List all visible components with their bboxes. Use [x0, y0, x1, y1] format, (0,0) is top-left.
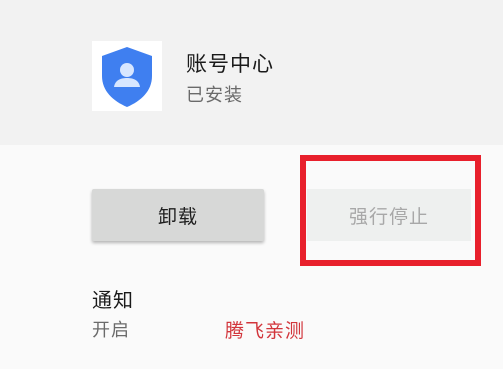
uninstall-button[interactable]: 卸载	[92, 189, 264, 241]
app-install-status: 已安装	[186, 85, 243, 106]
highlight-annotation-box	[300, 155, 481, 266]
notifications-value: 开启	[92, 320, 130, 341]
account-shield-icon	[92, 41, 162, 111]
notifications-title[interactable]: 通知	[92, 284, 134, 313]
app-name: 账号中心	[186, 52, 274, 76]
watermark-text: 腾飞亲测	[225, 320, 306, 342]
